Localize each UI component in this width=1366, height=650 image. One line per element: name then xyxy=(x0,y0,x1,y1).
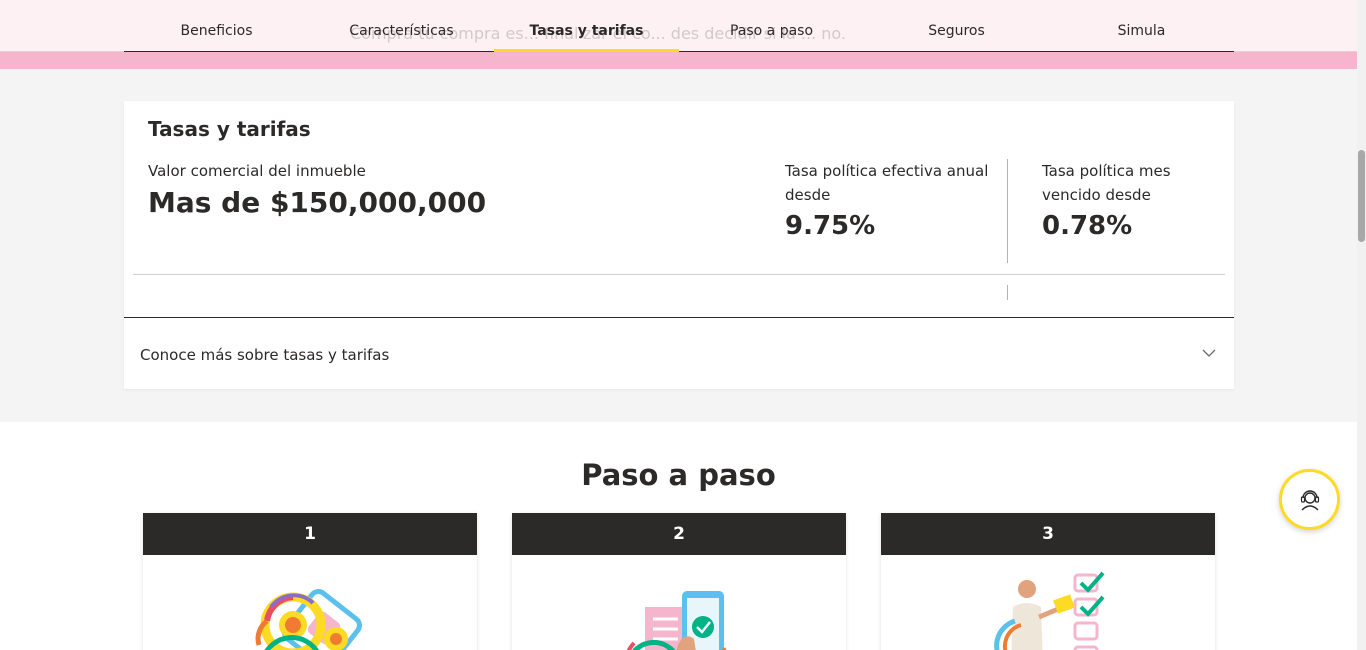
tab-caracteristicas[interactable]: Características xyxy=(309,0,494,51)
scrollbar-thumb[interactable] xyxy=(1358,150,1365,242)
step-number: 2 xyxy=(512,513,846,555)
step-number: 3 xyxy=(881,513,1215,555)
rate-divider xyxy=(1007,159,1008,263)
annual-rate-value: 9.75% xyxy=(785,211,876,241)
chevron-down-icon xyxy=(1202,349,1216,357)
monthly-rate-value: 0.78% xyxy=(1042,211,1133,241)
empty-row-divider xyxy=(1007,285,1008,300)
tab-paso-a-paso[interactable]: Paso a paso xyxy=(679,0,864,51)
rates-card: Tasas y tarifas Valor comercial del inmu… xyxy=(124,101,1234,389)
section-nav: Compra tu compra es... finalizar el co..… xyxy=(0,0,1357,52)
rates-accordion[interactable]: Conoce más sobre tasas y tarifas xyxy=(124,317,1234,389)
page-scrollbar[interactable] xyxy=(1357,0,1366,650)
accordion-label: Conoce más sobre tasas y tarifas xyxy=(140,346,390,364)
tab-tasas-y-tarifas[interactable]: Tasas y tarifas xyxy=(494,0,679,52)
step-card-1: 1 xyxy=(143,513,477,650)
help-chat-button[interactable] xyxy=(1279,469,1340,530)
support-agent-icon xyxy=(1300,490,1320,511)
property-value-amount: Mas de $150,000,000 xyxy=(148,186,487,219)
step-number: 1 xyxy=(143,513,477,555)
tab-bar: Beneficios Características Tasas y tarif… xyxy=(124,0,1234,52)
annual-rate-label: Tasa política efectiva anual desde xyxy=(785,162,989,204)
row-divider xyxy=(133,274,1225,275)
house-keys-illustration xyxy=(255,589,362,650)
steps-section: Paso a paso 1 2 3 xyxy=(0,422,1357,650)
tab-simula[interactable]: Simula xyxy=(1049,0,1234,51)
checklist-person-illustration xyxy=(994,571,1105,650)
tab-seguros[interactable]: Seguros xyxy=(864,0,1049,51)
rates-title: Tasas y tarifas xyxy=(148,117,311,141)
property-value-label: Valor comercial del inmueble xyxy=(148,162,366,180)
pink-banner-strip xyxy=(0,52,1357,69)
tab-beneficios[interactable]: Beneficios xyxy=(124,0,309,51)
step-card-3: 3 xyxy=(881,513,1215,650)
step-card-2: 2 xyxy=(512,513,846,650)
phone-approval-illustration xyxy=(626,591,727,650)
monthly-rate-label: Tasa política mes vencido desde xyxy=(1042,162,1171,204)
steps-title: Paso a paso xyxy=(581,458,776,492)
